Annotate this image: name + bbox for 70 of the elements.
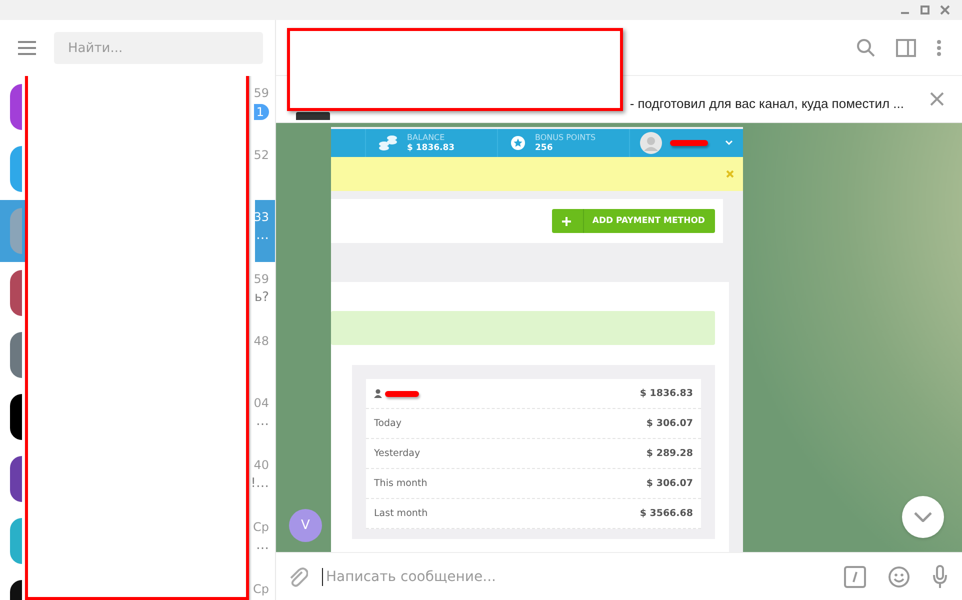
chat-time: 33 (254, 210, 269, 224)
search-icon[interactable] (856, 38, 876, 58)
avatar (10, 84, 22, 130)
maximize-icon[interactable] (920, 5, 930, 15)
stats-label: Today (374, 418, 402, 429)
chat-item[interactable]: Ср (255, 572, 275, 600)
stats-value: $ 1836.83 (640, 388, 693, 399)
bonus-label: BONUS POINTS (535, 132, 596, 143)
chat-time: 59 (254, 272, 269, 286)
stats-value: $ 306.07 (646, 418, 693, 429)
chat-item[interactable]: 59 1 (255, 76, 275, 138)
sidebar-toggle-icon[interactable] (896, 38, 916, 56)
chat-time: 59 (254, 86, 269, 100)
chat-time: Ср (253, 520, 269, 534)
bot-command-icon[interactable] (844, 566, 866, 588)
search-field[interactable]: Найти... (54, 32, 263, 64)
balance-label: BALANCE (407, 132, 446, 143)
scroll-down-button[interactable] (902, 496, 944, 538)
unread-badge: 1 (254, 104, 269, 120)
user-avatar-icon (640, 132, 662, 154)
microphone-icon[interactable] (932, 564, 948, 588)
avatar (10, 518, 22, 564)
chat-preview: … (256, 538, 269, 553)
star-badge-icon (510, 135, 526, 151)
stats-label: Last month (374, 508, 428, 519)
paperclip-icon[interactable] (288, 566, 308, 588)
avatar (10, 332, 22, 378)
chat-item[interactable]: 33 … (255, 200, 275, 262)
emoji-icon[interactable] (888, 566, 910, 588)
chat-time: 04 (254, 396, 269, 410)
sender-avatar: V (289, 509, 322, 542)
chat-item[interactable]: 59 ь? (255, 262, 275, 324)
chat-preview: … (256, 228, 269, 243)
chat-item[interactable]: 04 … (255, 386, 275, 448)
close-icon[interactable] (940, 5, 950, 15)
bonus-value: 256 (535, 143, 554, 154)
chat-preview: ь? (254, 290, 269, 305)
close-icon[interactable] (930, 92, 944, 106)
chevron-down-icon (914, 512, 932, 522)
user-icon (374, 389, 382, 398)
more-icon[interactable] (936, 38, 942, 56)
chat-time: 52 (254, 148, 269, 162)
menu-icon[interactable] (17, 41, 37, 55)
avatar (10, 394, 22, 440)
chat-time: 48 (254, 334, 269, 348)
chevron-down-icon[interactable] (725, 140, 733, 146)
chat-preview: … (256, 414, 269, 429)
stats-value: $ 289.28 (646, 448, 693, 459)
chat-item[interactable]: 48 (255, 324, 275, 386)
pinned-thumbnail (296, 112, 330, 120)
avatar (10, 456, 22, 502)
chat-time: Ср (253, 582, 269, 596)
add-payment-button[interactable]: ADD PAYMENT METHOD (552, 209, 715, 233)
avatar (10, 208, 22, 254)
avatar (10, 146, 22, 192)
pinned-message[interactable]: - подготовил для вас канал, куда поместил ... (630, 96, 904, 110)
stats-value: $ 3566.68 (640, 508, 693, 519)
redaction-mark (670, 140, 708, 146)
coins-icon (378, 134, 398, 152)
stats-label: This month (374, 478, 428, 489)
chat-item[interactable]: Ср … (255, 510, 275, 572)
plus-icon (562, 216, 572, 226)
avatar (10, 270, 22, 316)
balance-value: $ 1836.83 (407, 143, 455, 154)
close-icon[interactable] (726, 170, 734, 178)
chat-item[interactable]: 52 (255, 138, 275, 200)
chat-time: 40 (254, 458, 269, 472)
redaction-mark (385, 390, 419, 396)
stats-value: $ 306.07 (646, 478, 693, 489)
stats-label: Yesterday (374, 448, 420, 459)
